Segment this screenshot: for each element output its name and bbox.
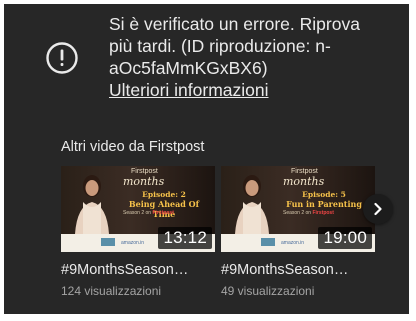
video-title[interactable]: #9MonthsSeason… <box>221 262 367 278</box>
thumbnail-brand: months <box>123 175 165 188</box>
chevron-right-icon <box>374 202 382 216</box>
thumbnail-episode-title: Being Ahead Of Time <box>128 199 200 219</box>
video-duration: 13:12 <box>158 227 212 249</box>
thumbnail-meta: Season 2 on Firstpost <box>283 210 334 216</box>
video-thumbnail[interactable]: Firstpost months Episode: 2 Being Ahead … <box>61 166 215 252</box>
video-card[interactable]: Firstpost months Episode: 2 Being Ahead … <box>61 166 215 298</box>
thumbnail-topline: Firstpost <box>291 168 318 175</box>
next-videos-button[interactable] <box>363 194 393 224</box>
video-player-error-screen: Si è verificato un errore. Riprova più t… <box>4 4 409 314</box>
sponsor-logo <box>101 238 115 246</box>
video-title[interactable]: #9MonthsSeason… <box>61 262 207 278</box>
video-views: 49 visualizzazioni <box>221 284 315 298</box>
sponsor-logo <box>261 238 275 246</box>
error-message-line: Si è verificato un errore. Riprova <box>109 14 360 34</box>
sponsor-label: amazon.in <box>281 240 305 246</box>
video-duration: 19:00 <box>318 227 372 249</box>
video-card[interactable]: Firstpost months Episode: 5 Fun in Paren… <box>221 166 375 298</box>
thumbnail-meta-text: Season 2 on <box>123 210 152 216</box>
thumbnail-meta-text: Season 2 on <box>283 210 312 216</box>
presenter-image <box>75 175 109 234</box>
error-exclamation-icon <box>46 42 78 74</box>
presenter-image <box>235 175 269 234</box>
thumbnail-meta-brand: Firstpost <box>312 210 334 216</box>
thumbnail-meta: Season 2 on Firstpost <box>123 210 174 216</box>
thumbnail-topline: Firstpost <box>131 168 158 175</box>
video-thumbnail[interactable]: Firstpost months Episode: 5 Fun in Paren… <box>221 166 375 252</box>
error-message-line: più tardi. (ID riproduzione: n- <box>109 36 331 56</box>
thumbnail-episode: Episode: 5 <box>302 190 346 199</box>
thumbnail-brand: months <box>283 175 325 188</box>
thumbnail-meta-brand: Firstpost <box>152 210 174 216</box>
more-videos-heading: Altri video da Firstpost <box>61 139 205 155</box>
video-views: 124 visualizzazioni <box>61 284 162 298</box>
thumbnail-episode-title: Fun in Parenting <box>286 199 362 209</box>
sponsor-label: amazon.in <box>121 240 145 246</box>
thumbnail-episode: Episode: 2 <box>142 190 186 199</box>
error-message-line: aOc5faMmKGxBX6) <box>109 58 268 78</box>
learn-more-link[interactable]: Ulteriori informazioni <box>109 79 269 101</box>
error-message: Si è verificato un errore. Riprova più t… <box>109 13 399 79</box>
